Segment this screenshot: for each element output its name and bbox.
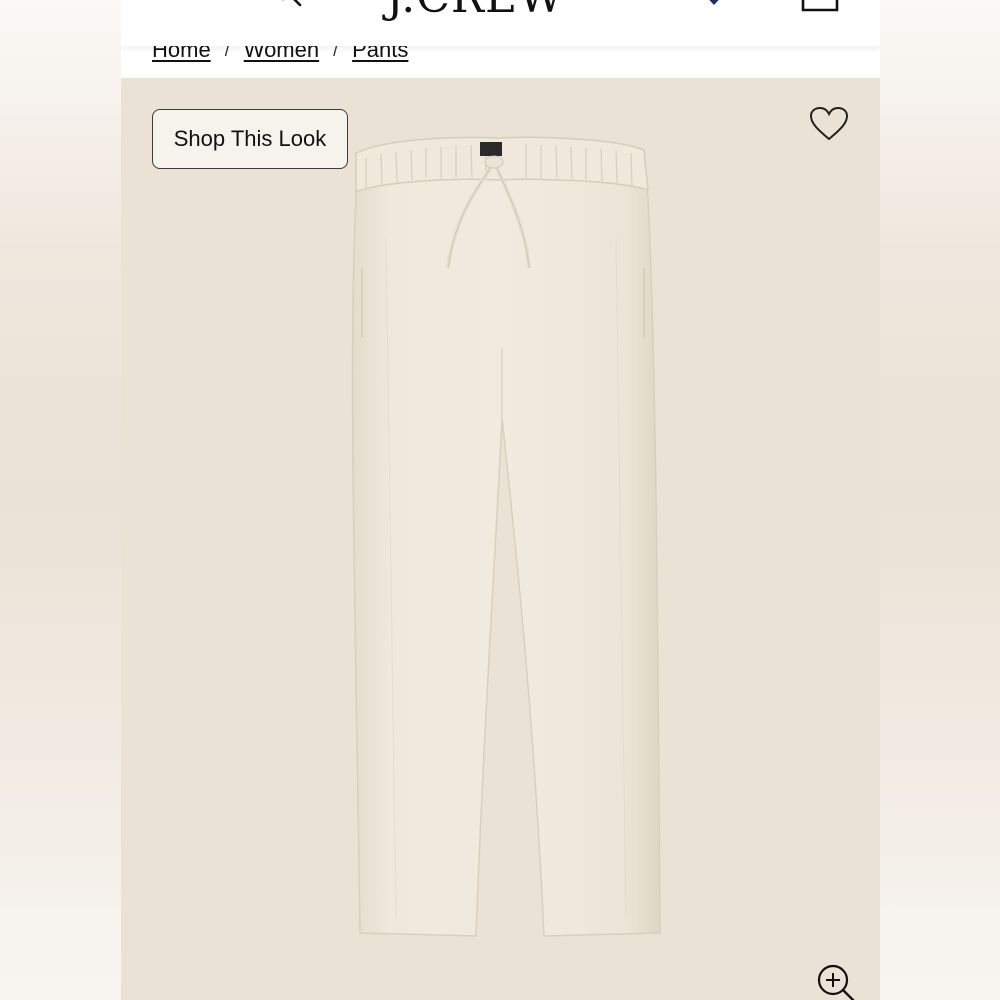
menu-icon[interactable] [157, 0, 201, 2]
product-image-pants [351, 136, 661, 937]
backdrop-right [880, 0, 1000, 1000]
zoom-icon[interactable] [815, 962, 861, 1000]
bag-icon[interactable] [797, 0, 843, 12]
search-icon[interactable] [271, 0, 307, 12]
heart-icon[interactable] [809, 106, 849, 142]
site-header: J.CREW [121, 0, 880, 46]
site-logo[interactable]: J.CREW [386, 0, 564, 23]
favorites-icon[interactable] [697, 0, 731, 16]
product-page: J.CREW Home / Women / Pants Shop This Lo… [121, 0, 880, 1000]
backdrop-left [0, 0, 121, 1000]
product-image-area[interactable]: Shop This Look [121, 78, 880, 1000]
shop-this-look-button[interactable]: Shop This Look [152, 109, 348, 169]
